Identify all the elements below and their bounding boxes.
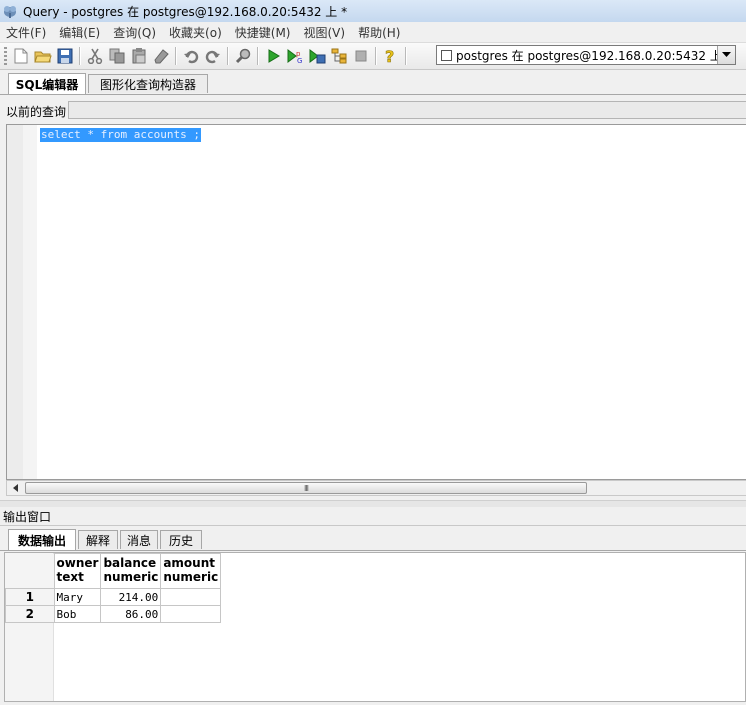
menu-edit[interactable]: 编辑(E) [53,24,107,41]
output-pane-title: 输出窗口 [3,509,52,524]
table-row[interactable]: 2 Bob 86.00 [5,605,222,623]
toolbar-separator [227,47,229,65]
editor-tabs: SQL编辑器 图形化查询构造器 [0,72,746,95]
cell-balance[interactable]: 214.00 [100,588,162,606]
column-header-balance[interactable]: balance numeric [100,553,162,589]
pane-splitter[interactable] [0,500,746,507]
previous-queries-label: 以前的查询 [6,105,67,119]
cell-amount[interactable] [160,605,222,623]
column-header-owner[interactable]: owner text [53,553,102,589]
tab-messages[interactable]: 消息 [120,530,158,549]
grid-corner[interactable] [5,553,55,589]
open-folder-icon[interactable] [34,47,52,65]
column-type: text [56,570,84,584]
toolbar-separator [257,47,259,65]
chevron-down-icon[interactable] [717,46,735,64]
stop-icon[interactable] [352,47,370,65]
paste-icon[interactable] [130,47,148,65]
cell-amount[interactable] [160,588,222,606]
connection-checkbox[interactable] [441,49,452,61]
pgadmin-elephant-icon [2,3,18,19]
new-file-icon[interactable] [12,47,30,65]
tab-explain[interactable]: 解释 [78,530,118,549]
scroll-left-arrow-icon[interactable] [8,482,22,494]
cell-owner[interactable]: Bob [53,605,102,623]
execute-file-icon[interactable] [308,47,326,65]
toolbar-separator [175,47,177,65]
column-name: balance [103,556,157,570]
result-grid[interactable]: owner text balance numeric amount numeri… [4,552,746,702]
toolbar-separator [79,47,81,65]
previous-queries-select[interactable] [68,101,746,119]
toolbar-grip[interactable] [4,47,7,65]
title-bar: Query - postgres 在 postgres@192.168.0.20… [0,0,746,23]
line-number-gutter [7,125,24,479]
sql-text-selected[interactable]: select * from accounts ; [40,128,201,142]
undo-icon[interactable] [182,47,200,65]
menu-help[interactable]: 帮助(H) [352,24,407,41]
execute-icon[interactable] [264,47,282,65]
results-table: owner text balance numeric amount numeri… [5,553,222,623]
table-row[interactable]: 1 Mary 214.00 [5,588,222,606]
row-number[interactable]: 2 [5,605,55,623]
copy-icon[interactable] [108,47,126,65]
window-title: Query - postgres 在 postgres@192.168.0.20… [23,4,348,19]
clear-icon[interactable] [152,47,170,65]
toolbar-separator [375,47,377,65]
fold-margin [23,125,37,479]
output-tabs: 数据输出 解释 消息 历史 [0,528,746,551]
scrollbar-thumb[interactable]: III [25,482,587,494]
menu-bar: 文件(F) 编辑(E) 查询(Q) 收藏夹(o) 快捷键(M) 视图(V) 帮助… [0,22,746,43]
svg-text:G: G [297,57,302,64]
column-name: owner [56,556,99,570]
tab-graphical-query-builder[interactable]: 图形化查询构造器 [88,74,208,93]
svg-text:?: ? [385,47,394,65]
tab-data-output[interactable]: 数据输出 [8,529,76,550]
menu-favourites[interactable]: 收藏夹(o) [163,24,229,41]
explain-analyze-icon[interactable] [330,47,348,65]
sql-editor[interactable]: select * from accounts ; [6,124,746,480]
menu-file[interactable]: 文件(F) [0,24,53,41]
editor-horizontal-scrollbar[interactable]: III [6,480,746,496]
toolbar: pG ? postgres 在 postgres@192.168.0.20:54… [0,43,746,70]
column-type: numeric [103,570,159,584]
tab-sql-editor[interactable]: SQL编辑器 [8,73,86,94]
redo-icon[interactable] [204,47,222,65]
scrollbar-grip: III [303,483,309,493]
menu-macros[interactable]: 快捷键(M) [229,24,298,41]
column-name: amount [163,556,215,570]
toolbar-separator [405,47,407,65]
find-icon[interactable] [234,47,252,65]
menu-query[interactable]: 查询(Q) [107,24,163,41]
column-type: numeric [163,570,219,584]
explain-icon[interactable]: pG [286,47,304,65]
column-header-amount[interactable]: amount numeric [160,553,222,589]
tab-history[interactable]: 历史 [160,530,202,549]
connection-select[interactable]: postgres 在 postgres@192.168.0.20:5432 上 [436,45,736,65]
help-icon[interactable]: ? [382,47,400,65]
cut-icon[interactable] [86,47,104,65]
connection-value: postgres 在 postgres@192.168.0.20:5432 上 [456,48,717,63]
menu-view[interactable]: 视图(V) [297,24,352,41]
cell-owner[interactable]: Mary [53,588,102,606]
previous-queries-row: 以前的查询 [0,98,746,122]
output-pane-header: 输出窗口 [0,507,746,526]
row-number[interactable]: 1 [5,588,55,606]
save-icon[interactable] [56,47,74,65]
cell-balance[interactable]: 86.00 [100,605,162,623]
